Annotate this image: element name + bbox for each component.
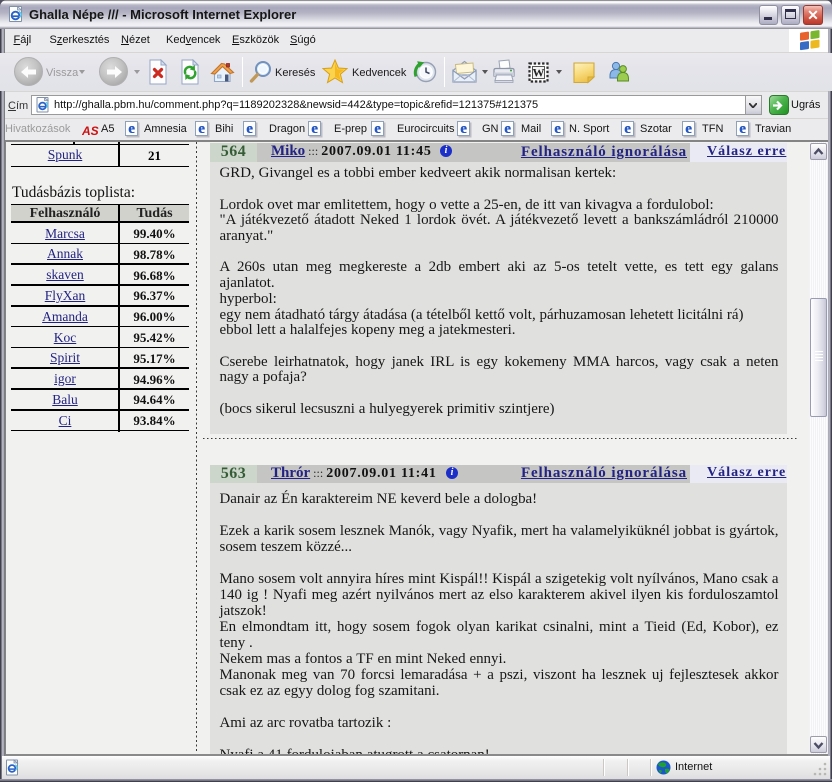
svg-text:W: W xyxy=(533,66,545,80)
svg-text:AS: AS xyxy=(82,125,99,136)
